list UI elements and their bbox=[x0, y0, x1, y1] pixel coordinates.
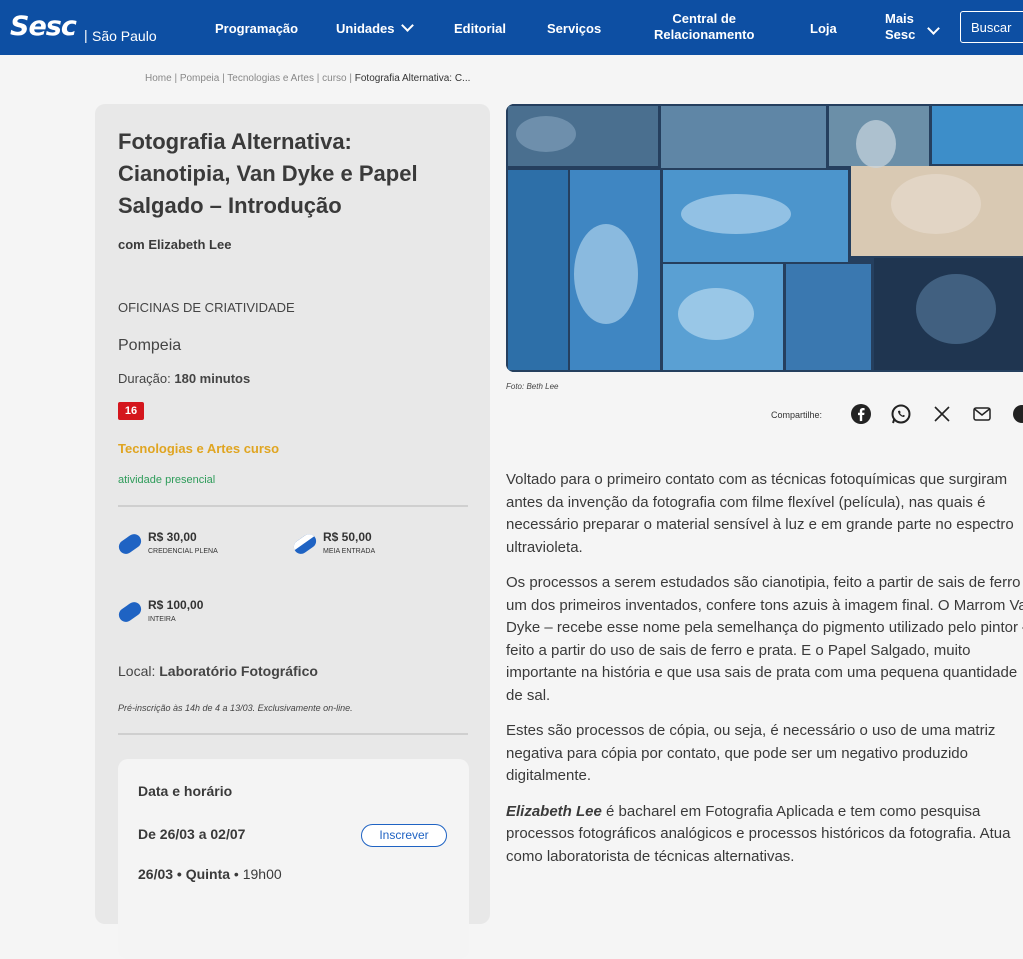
age-rating-badge: 16 bbox=[118, 402, 144, 420]
nav-unidades-label: Unidades bbox=[336, 21, 395, 36]
nav-editorial[interactable]: Editorial bbox=[454, 21, 506, 36]
event-photo bbox=[506, 104, 1023, 372]
breadcrumb: Home | Pompeia | Tecnologias e Artes | c… bbox=[145, 73, 470, 84]
share-more-icon[interactable] bbox=[1011, 403, 1023, 425]
session-time: • 19h00 bbox=[230, 866, 282, 882]
price-value: R$ 50,00 bbox=[323, 530, 372, 544]
divider bbox=[118, 733, 468, 735]
chevron-down-icon bbox=[400, 19, 414, 32]
sesc-logo[interactable]: Sesc bbox=[10, 11, 77, 42]
top-navbar: Sesc | São Paulo Programação Unidades Ed… bbox=[0, 0, 1023, 55]
description-paragraph: Elizabeth Lee é bacharel em Fotografia A… bbox=[506, 801, 1023, 869]
description-paragraph: Os processos a serem estudados são ciano… bbox=[506, 574, 1023, 704]
schedule-range: De 26/03 a 02/07 bbox=[138, 826, 246, 842]
nav-servicos[interactable]: Serviços bbox=[547, 21, 601, 36]
duration-value: 180 minutos bbox=[174, 371, 251, 386]
mail-icon[interactable] bbox=[971, 403, 993, 425]
cyanotype-collage-image bbox=[506, 104, 1023, 372]
description-paragraph: Estes são processos de cópia, ou seja, é… bbox=[506, 722, 996, 784]
price-value: R$ 30,00 bbox=[148, 530, 197, 544]
event-unit[interactable]: Pompeia bbox=[118, 337, 181, 355]
schedule-title: Data e horário bbox=[138, 783, 233, 799]
event-author: com Elizabeth Lee bbox=[118, 237, 232, 252]
share-label: Compartilhe: bbox=[771, 410, 823, 420]
session-date: 26/03 • Quinta bbox=[138, 866, 231, 882]
event-description: Voltado para o primeiro contato com as t… bbox=[506, 469, 1023, 881]
whatsapp-icon[interactable] bbox=[890, 403, 912, 425]
preregistration-note: Pré-inscrição às 14h de 4 a 13/03. Exclu… bbox=[118, 703, 353, 713]
divider bbox=[118, 505, 468, 507]
logo-separator: | bbox=[84, 27, 88, 43]
nav-unidades[interactable]: Unidades bbox=[336, 19, 414, 36]
nav-programacao[interactable]: Programação bbox=[215, 21, 298, 36]
inscrever-button[interactable]: Inscrever bbox=[361, 824, 447, 847]
event-local: Local: Laboratório Fotográfico bbox=[118, 663, 318, 679]
nav-mais-line1: Mais bbox=[885, 11, 914, 26]
photo-caption: Foto: Beth Lee bbox=[506, 382, 559, 391]
x-icon[interactable] bbox=[931, 403, 953, 425]
instructor-name: Elizabeth Lee bbox=[506, 802, 602, 820]
local-label: Local: bbox=[118, 663, 160, 679]
event-tags[interactable]: Tecnologias e Artes curso bbox=[118, 441, 279, 456]
nav-mais-sesc[interactable]: Mais Sesc bbox=[885, 11, 915, 43]
description-paragraph: Voltado para o primeiro contato com as t… bbox=[506, 471, 1014, 556]
logo-region[interactable]: São Paulo bbox=[92, 28, 157, 44]
chevron-down-icon[interactable] bbox=[927, 22, 940, 35]
breadcrumb-current: Fotografia Alternativa: C... bbox=[354, 73, 471, 84]
nav-mais-line2: Sesc bbox=[885, 27, 916, 42]
local-value: Laboratório Fotográfico bbox=[159, 663, 318, 679]
nav-loja[interactable]: Loja bbox=[810, 21, 837, 36]
event-duration: Duração: 180 minutos bbox=[118, 371, 250, 386]
event-category: OFICINAS DE CRIATIVIDADE bbox=[118, 300, 295, 315]
price-label: INTEIRA bbox=[148, 616, 176, 623]
price-label: MEIA ENTRADA bbox=[323, 548, 376, 555]
nav-central-line2: Relacionamento bbox=[654, 27, 755, 42]
price-value: R$ 100,00 bbox=[148, 598, 204, 612]
event-title: Fotografia Alternativa: Cianotipia, Van … bbox=[118, 129, 418, 218]
nav-central-line1: Central de bbox=[672, 11, 736, 26]
price-label: CREDENCIAL PLENA bbox=[148, 548, 218, 555]
schedule-session: 26/03 • Quinta • 19h00 bbox=[138, 866, 282, 882]
breadcrumb-path[interactable]: Home | Pompeia | Tecnologias e Artes | c… bbox=[145, 73, 355, 84]
duration-label: Duração: bbox=[118, 371, 175, 386]
search-button[interactable]: Buscar bbox=[960, 11, 1023, 43]
facebook-icon[interactable] bbox=[850, 403, 872, 425]
event-modality: atividade presencial bbox=[118, 474, 216, 486]
nav-central-relacionamento[interactable]: Central de Relacionamento bbox=[654, 11, 754, 43]
